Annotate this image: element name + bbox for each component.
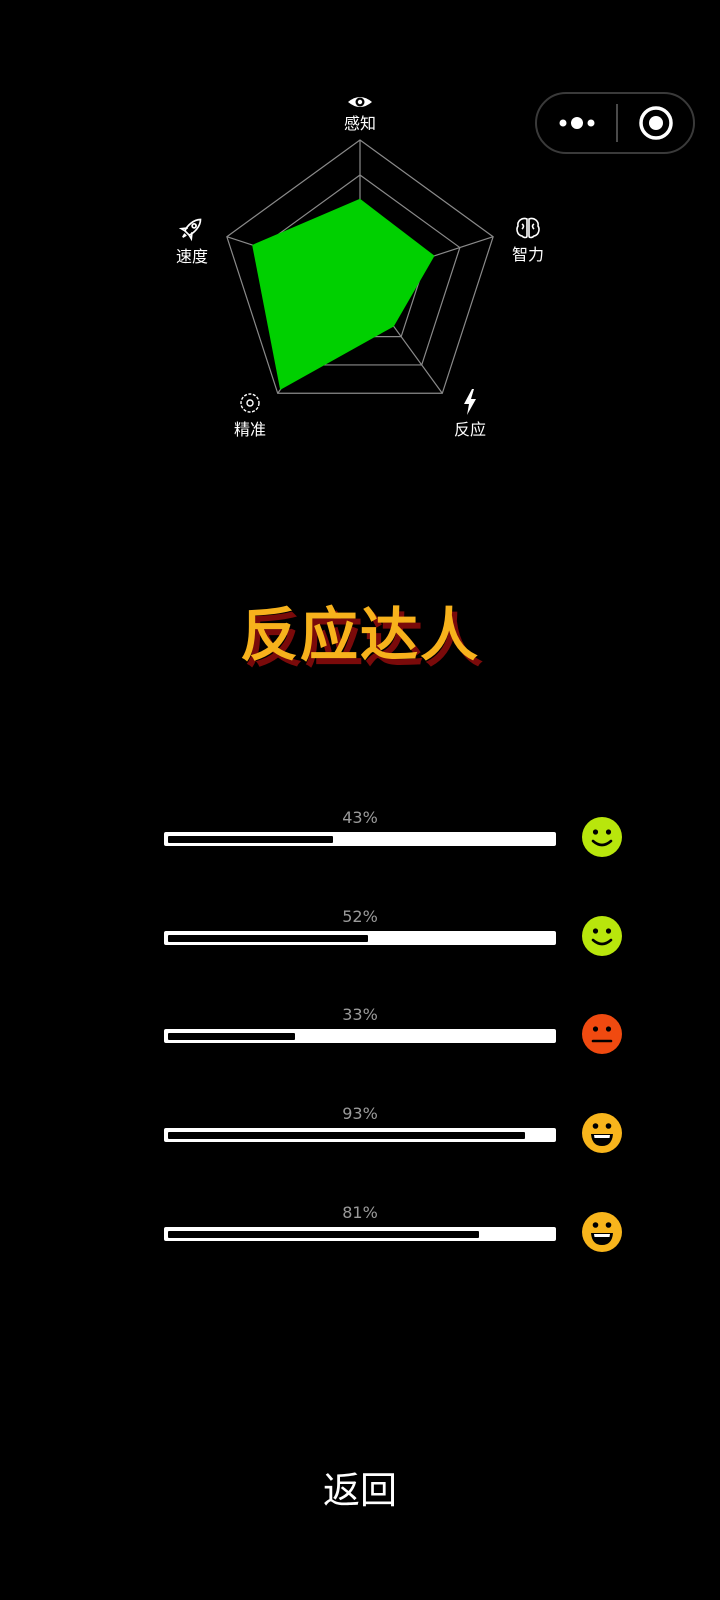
score-progress-track bbox=[164, 931, 556, 945]
result-page: 感知 智力 反应 精准 速度 反应达人 43% 52% 33% 93% 81% … bbox=[0, 0, 720, 1600]
lightning-icon bbox=[464, 389, 476, 415]
rocket-icon bbox=[178, 218, 202, 242]
score-progress-fill bbox=[168, 935, 368, 942]
radar-value-area bbox=[252, 198, 435, 390]
score-bar-row: 33% bbox=[164, 1005, 624, 1065]
score-progress-fill bbox=[168, 836, 334, 843]
neutral-face-icon bbox=[582, 1014, 622, 1054]
score-progress-track bbox=[164, 1227, 556, 1241]
radar-axis-precision: 精准 bbox=[234, 393, 266, 439]
radar-axis-speed: 速度 bbox=[176, 218, 208, 266]
score-percent-label: 52% bbox=[342, 907, 378, 926]
back-button[interactable]: 返回 bbox=[0, 1460, 720, 1514]
score-progress-track bbox=[164, 1029, 556, 1043]
radar-axis-intelligence: 智力 bbox=[512, 217, 544, 264]
ability-radar-chart: 感知 智力 反应 精准 速度 bbox=[176, 97, 544, 439]
eye-icon bbox=[348, 97, 372, 107]
smile-face-icon bbox=[582, 817, 622, 857]
result-title: 反应达人 bbox=[239, 601, 480, 669]
score-progress-track bbox=[164, 1128, 556, 1142]
score-bar-row: 43% bbox=[164, 808, 624, 868]
grin-face-icon bbox=[582, 1113, 622, 1153]
radar-label-precision: 精准 bbox=[234, 420, 266, 439]
grin-face-icon bbox=[582, 1212, 622, 1252]
crosshair-icon bbox=[240, 393, 260, 413]
radar-axis-perception: 感知 bbox=[344, 97, 376, 133]
score-percent-label: 93% bbox=[342, 1104, 378, 1123]
radar-label-perception: 感知 bbox=[344, 114, 376, 133]
score-percent-label: 33% bbox=[342, 1005, 378, 1024]
score-progress-fill bbox=[168, 1132, 526, 1139]
score-bar-row: 81% bbox=[164, 1203, 624, 1263]
score-percent-label: 81% bbox=[342, 1203, 378, 1222]
brain-icon bbox=[516, 217, 540, 239]
smile-face-icon bbox=[582, 916, 622, 956]
score-percent-label: 43% bbox=[342, 808, 378, 827]
score-progress-fill bbox=[168, 1231, 479, 1238]
radar-axis-reaction: 反应 bbox=[454, 389, 486, 439]
score-bar-row: 52% bbox=[164, 907, 624, 967]
score-progress-track bbox=[164, 832, 556, 846]
radar-label-reaction: 反应 bbox=[454, 420, 486, 439]
radar-label-intelligence: 智力 bbox=[512, 245, 544, 264]
score-bar-row: 93% bbox=[164, 1104, 624, 1164]
radar-label-speed: 速度 bbox=[176, 247, 208, 266]
score-progress-fill bbox=[168, 1033, 295, 1040]
